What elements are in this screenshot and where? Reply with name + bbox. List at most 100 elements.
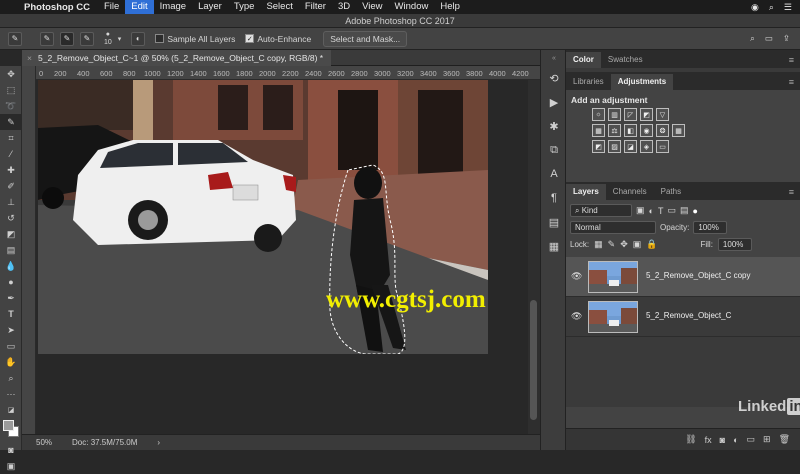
history-brush-tool-icon[interactable]: ↺	[0, 210, 22, 226]
menu-edit[interactable]: Edit	[125, 0, 154, 14]
quick-selection-tool-icon[interactable]: ✎	[0, 114, 22, 130]
kind-filter-select[interactable]: ⌕ Kind	[570, 204, 632, 217]
pixel-filter-icon[interactable]: ▣	[636, 205, 645, 216]
vertical-scroll-thumb[interactable]	[530, 300, 537, 420]
auto-enhance[interactable]: ✓ Auto-Enhance	[245, 34, 311, 44]
lock-paint-icon[interactable]: ✎	[608, 239, 616, 250]
panel-menu-icon[interactable]: ≡	[789, 52, 800, 68]
paragraph-panel-icon[interactable]: ¶	[541, 186, 567, 210]
filter-toggle-icon[interactable]: ●	[692, 206, 697, 216]
lock-position-icon[interactable]: ✥	[620, 239, 628, 250]
canvas-area[interactable]: www.cgtsj.com	[36, 80, 540, 434]
move-tool-icon[interactable]: ✥	[0, 66, 22, 82]
fill-input[interactable]: 100%	[717, 238, 752, 251]
menu-select[interactable]: Select	[260, 0, 298, 14]
tab-channels[interactable]: Channels	[606, 184, 654, 200]
layer-row[interactable]: 👁 5_2_Remove_Object_C	[566, 297, 800, 337]
character-panel-icon[interactable]: A	[541, 162, 567, 186]
collapse-icons-icon[interactable]: «	[541, 50, 567, 66]
select-and-mask-button[interactable]: Select and Mask...	[323, 30, 408, 47]
color-lookup-icon[interactable]: ▦	[672, 124, 685, 137]
dodge-tool-icon[interactable]: ●	[0, 274, 22, 290]
brightness-contrast-icon[interactable]: ☼	[592, 108, 605, 121]
invert-icon[interactable]: ◩	[592, 140, 605, 153]
layer-row[interactable]: 👁 5_2_Remove_Object_C copy	[566, 257, 800, 297]
opacity-input[interactable]: 100%	[693, 221, 728, 234]
new-layer-icon[interactable]: ⊞	[763, 434, 771, 445]
menu-type[interactable]: Type	[228, 0, 261, 14]
tab-paths[interactable]: Paths	[654, 184, 688, 200]
color-balance-icon[interactable]: ⚖	[608, 124, 621, 137]
panel-menu-icon[interactable]: ≡	[789, 184, 800, 200]
more-tools-icon[interactable]: ···	[0, 386, 22, 402]
menu-file[interactable]: File	[98, 0, 125, 14]
menu-window[interactable]: Window	[389, 0, 435, 14]
menu-filter[interactable]: Filter	[299, 0, 332, 14]
healing-brush-tool-icon[interactable]: ✚	[0, 162, 22, 178]
exposure-icon[interactable]: ◩	[640, 108, 653, 121]
status-menu-icon[interactable]: ›	[157, 438, 160, 447]
lock-transparent-icon[interactable]: ▦	[594, 239, 603, 250]
menu-layer[interactable]: Layer	[192, 0, 228, 14]
menu-help[interactable]: Help	[434, 0, 466, 14]
default-colors-icon[interactable]: ◪	[0, 402, 22, 418]
menu-image[interactable]: Image	[154, 0, 192, 14]
adjustment-filter-icon[interactable]: ◐	[649, 206, 654, 216]
foreground-color-swatch[interactable]	[3, 420, 14, 431]
brush-size-picker[interactable]: ● 10	[104, 31, 112, 47]
menu-view[interactable]: View	[356, 0, 388, 14]
hand-tool-icon[interactable]: ✋	[0, 354, 22, 370]
gradient-map-icon[interactable]: ▭	[656, 140, 669, 153]
quick-mask-icon[interactable]: ◙	[0, 442, 22, 458]
auto-enhance-checkbox[interactable]: ✓	[245, 34, 255, 43]
hue-saturation-icon[interactable]: ▦	[592, 124, 605, 137]
app-menu[interactable]: Photoshop CC	[22, 2, 98, 13]
user-icon[interactable]: ◉	[751, 2, 759, 13]
screen-mode-icon[interactable]: ▣	[0, 458, 22, 474]
lasso-tool-icon[interactable]: ➰	[0, 98, 22, 114]
search-icon[interactable]: ⌕	[769, 2, 774, 13]
selective-color-icon[interactable]: ◈	[640, 140, 653, 153]
actions-panel-icon[interactable]: ▶	[541, 90, 567, 114]
add-mask-icon[interactable]: ◙	[720, 435, 725, 445]
vibrance-icon[interactable]: ▽	[656, 108, 669, 121]
levels-icon[interactable]: ▥	[608, 108, 621, 121]
channel-mixer-icon[interactable]: ❂	[656, 124, 669, 137]
zoom-tool-icon[interactable]: ⌕	[0, 370, 22, 386]
tab-libraries[interactable]: Libraries	[566, 74, 611, 90]
list-icon[interactable]: ☰	[784, 2, 792, 13]
layer-style-icon[interactable]: fx	[705, 435, 712, 445]
lock-artboard-icon[interactable]: ▣	[633, 239, 642, 250]
zoom-level[interactable]: 50%	[36, 438, 52, 447]
share-icon[interactable]: ⇪	[783, 33, 790, 44]
history-panel-icon[interactable]: ⟲	[541, 66, 567, 90]
gradient-tool-icon[interactable]: ▤	[0, 242, 22, 258]
tab-color[interactable]: Color	[566, 52, 601, 68]
tab-layers[interactable]: Layers	[566, 184, 606, 200]
lock-all-icon[interactable]: 🔒	[646, 239, 657, 250]
eraser-tool-icon[interactable]: ◩	[0, 226, 22, 242]
add-to-selection-icon[interactable]: ✎	[60, 31, 74, 46]
close-tab-icon[interactable]: ×	[27, 50, 32, 66]
quick-selection-preset-icon[interactable]: ✎	[8, 31, 22, 46]
tab-adjustments[interactable]: Adjustments	[610, 74, 674, 90]
pen-tool-icon[interactable]: ✒	[0, 290, 22, 306]
black-white-icon[interactable]: ◧	[624, 124, 637, 137]
new-adjustment-layer-icon[interactable]: ◐	[733, 435, 738, 445]
menu-3d[interactable]: 3D	[332, 0, 356, 14]
shape-tool-icon[interactable]: ▭	[0, 338, 22, 354]
brush-tool-icon[interactable]: ✐	[0, 178, 22, 194]
sample-all-layers[interactable]: Sample All Layers	[155, 34, 235, 44]
workspace-icon[interactable]: ▭	[765, 33, 773, 44]
delete-layer-icon[interactable]: 🗑	[779, 434, 790, 445]
crop-tool-icon[interactable]: ⌗	[0, 130, 22, 146]
eyedropper-tool-icon[interactable]: ⁄	[0, 146, 22, 162]
smart-filter-icon[interactable]: ▤	[680, 205, 689, 216]
clone-stamp-tool-icon[interactable]: ⊥	[0, 194, 22, 210]
new-group-icon[interactable]: ▭	[747, 434, 756, 445]
visibility-eye-icon[interactable]: 👁	[571, 271, 582, 282]
curves-icon[interactable]: ◸	[624, 108, 637, 121]
brush-dropdown-icon[interactable]: ▾	[118, 35, 122, 43]
brush-angle-icon[interactable]: ◐	[131, 31, 146, 46]
properties-panel-icon[interactable]: ▤	[541, 210, 567, 234]
